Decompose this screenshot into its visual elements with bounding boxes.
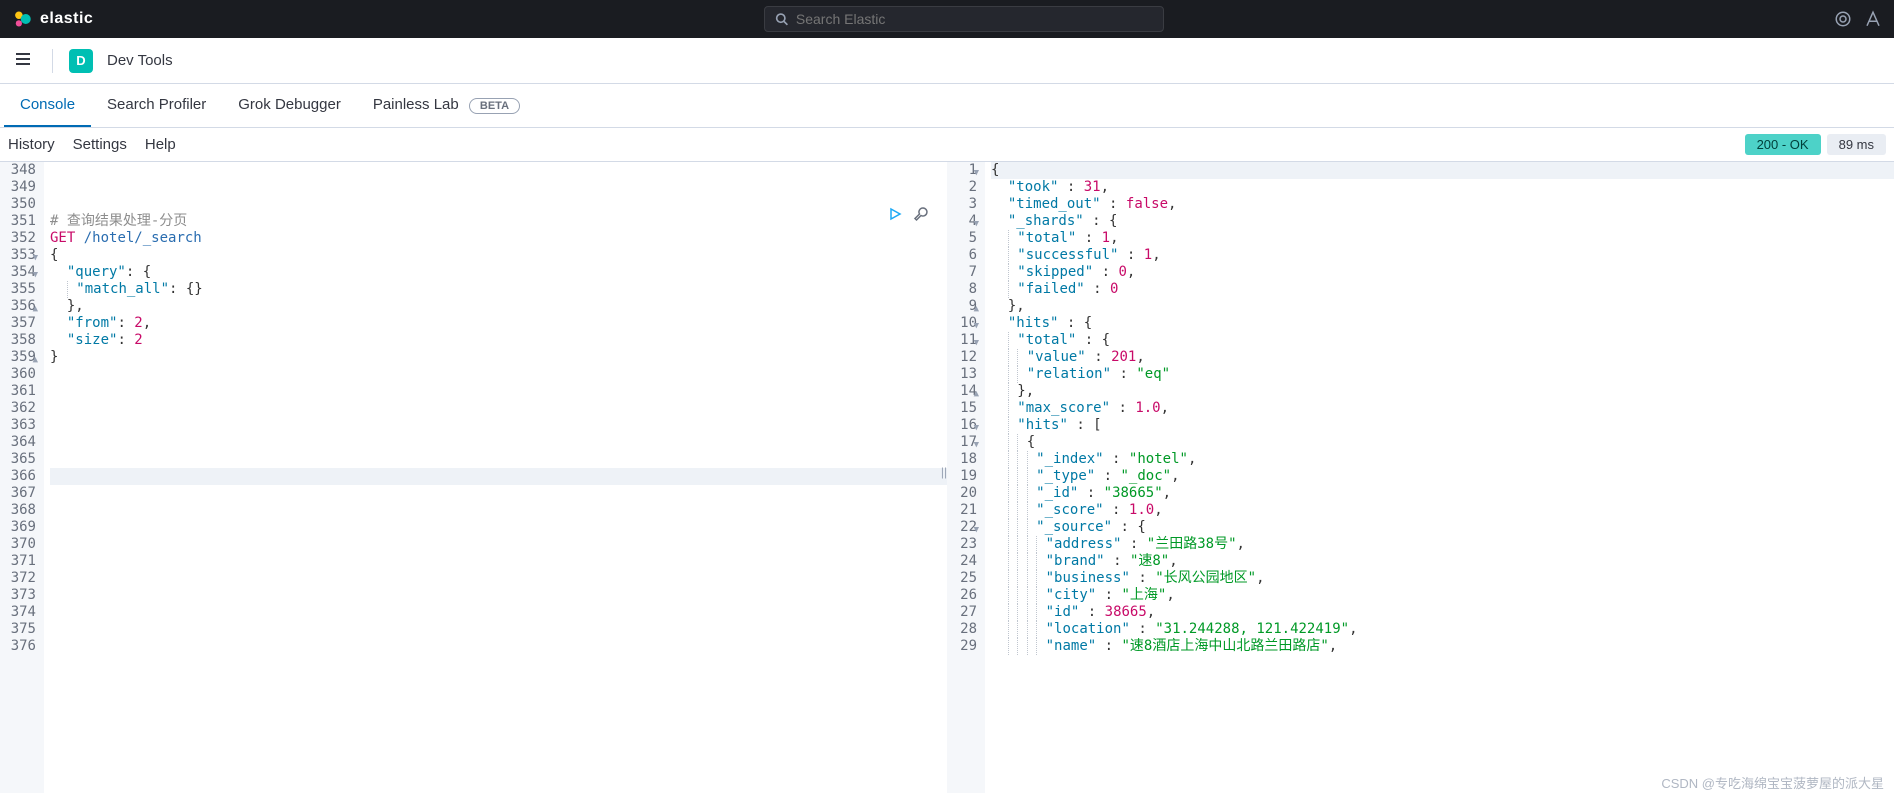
response-code: { "took" : 31, "timed_out" : false, "_sh… xyxy=(985,162,1894,793)
search-icon xyxy=(775,12,788,26)
response-gutter: 1▼234▼56789▲10▼11▼121314▲1516▼17▼1819202… xyxy=(947,162,985,793)
help-link[interactable]: Help xyxy=(145,136,176,153)
settings-link[interactable]: Settings xyxy=(73,136,127,153)
request-code[interactable]: # 查询结果处理-分页GET /hotel/_search{ "query": … xyxy=(44,162,947,793)
nav-toggle-button[interactable] xyxy=(10,46,36,75)
tab-search-profiler[interactable]: Search Profiler xyxy=(91,84,222,127)
brand-logo[interactable]: elastic xyxy=(12,9,93,29)
tab-grok-debugger[interactable]: Grok Debugger xyxy=(222,84,357,127)
elastic-logo-icon xyxy=(12,9,32,29)
devtools-tabs: Console Search Profiler Grok Debugger Pa… xyxy=(0,84,1894,128)
divider xyxy=(52,49,53,73)
tab-painless-lab[interactable]: Painless Lab BETA xyxy=(357,84,536,127)
response-editor[interactable]: 1▼234▼56789▲10▼11▼121314▲1516▼17▼1819202… xyxy=(947,162,1894,793)
top-bar: elastic xyxy=(0,0,1894,38)
brand-text: elastic xyxy=(40,10,93,28)
global-search[interactable] xyxy=(764,6,1164,32)
newsfeed-icon[interactable] xyxy=(1834,10,1852,28)
history-link[interactable]: History xyxy=(8,136,55,153)
app-title: Dev Tools xyxy=(107,52,173,69)
menu-icon xyxy=(14,50,32,68)
response-time: 89 ms xyxy=(1827,134,1886,155)
request-gutter: 348349350351352353▼354▼355356▲357358359▲… xyxy=(0,162,44,793)
search-input[interactable] xyxy=(796,11,1153,27)
wrench-icon[interactable] xyxy=(913,206,929,222)
request-actions xyxy=(887,206,929,222)
tab-console[interactable]: Console xyxy=(4,84,91,127)
play-icon[interactable] xyxy=(887,206,903,222)
editor-panes: 348349350351352353▼354▼355356▲357358359▲… xyxy=(0,162,1894,793)
app-header: D Dev Tools xyxy=(0,38,1894,84)
response-status: 200 - OK xyxy=(1745,134,1821,155)
app-badge: D xyxy=(69,49,93,73)
beta-badge: BETA xyxy=(469,98,520,114)
help-icon[interactable] xyxy=(1864,10,1882,28)
console-subbar: History Settings Help 200 - OK 89 ms xyxy=(0,128,1894,162)
request-editor[interactable]: 348349350351352353▼354▼355356▲357358359▲… xyxy=(0,162,947,793)
